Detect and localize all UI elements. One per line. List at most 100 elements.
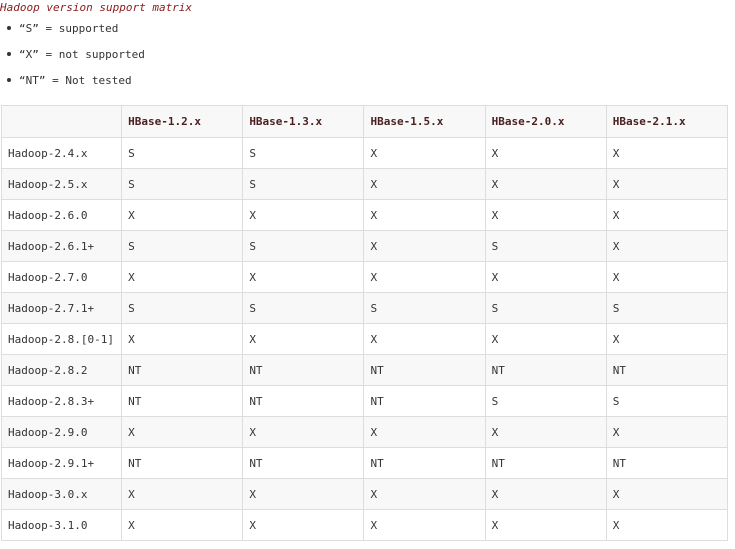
bullet-icon — [7, 52, 11, 56]
support-status-cell: X — [121, 261, 244, 293]
support-status-cell: X — [484, 168, 607, 200]
table-row: Hadoop-2.4.x S S X X X — [0, 137, 729, 169]
support-status-cell: X — [363, 168, 486, 200]
table-row: Hadoop-2.6.1+ S S X S X — [0, 230, 729, 262]
support-status-cell: X — [121, 323, 244, 355]
legend-item-not-supported: “X” = not supported — [7, 47, 145, 63]
table-row: Hadoop-2.8.2 NT NT NT NT NT — [0, 354, 729, 386]
support-status-cell: S — [242, 137, 365, 169]
matrix-title: Hadoop version support matrix — [0, 1, 193, 14]
support-status-cell: X — [121, 199, 244, 231]
column-header: HBase-1.2.x — [121, 105, 244, 138]
support-status-cell: NT — [484, 447, 607, 479]
support-status-cell: X — [484, 261, 607, 293]
support-status-cell: X — [605, 199, 729, 231]
table-row: Hadoop-3.1.0 X X X X X — [0, 509, 729, 541]
table-row: Hadoop-2.5.x S S X X X — [0, 168, 729, 200]
legend-item-not-tested: “NT” = Not tested — [7, 73, 132, 89]
support-matrix-table: HBase-1.2.x HBase-1.3.x HBase-1.5.x HBas… — [0, 105, 729, 541]
support-status-cell: S — [605, 292, 729, 324]
support-status-cell: NT — [121, 385, 244, 417]
support-status-cell: X — [242, 261, 365, 293]
table-row: Hadoop-2.9.1+ NT NT NT NT NT — [0, 447, 729, 479]
support-status-cell: S — [484, 292, 607, 324]
table-header-row: HBase-1.2.x HBase-1.3.x HBase-1.5.x HBas… — [0, 105, 729, 138]
support-status-cell: NT — [242, 354, 365, 386]
support-status-cell: X — [484, 199, 607, 231]
support-status-cell: NT — [242, 385, 365, 417]
support-status-cell: X — [363, 416, 486, 448]
support-status-cell: S — [121, 292, 244, 324]
table-row: Hadoop-2.7.1+ S S S S S — [0, 292, 729, 324]
table-row: Hadoop-3.0.x X X X X X — [0, 478, 729, 510]
hadoop-version-cell: Hadoop-2.9.1+ — [0, 447, 123, 479]
support-status-cell: NT — [363, 385, 486, 417]
support-status-cell: X — [484, 416, 607, 448]
column-header: HBase-1.5.x — [363, 105, 486, 138]
support-status-cell: S — [242, 230, 365, 262]
hadoop-version-cell: Hadoop-2.7.1+ — [0, 292, 123, 324]
support-status-cell: NT — [484, 354, 607, 386]
support-status-cell: X — [484, 137, 607, 169]
support-status-cell: X — [242, 509, 365, 541]
support-status-cell: X — [605, 168, 729, 200]
support-status-cell: X — [242, 323, 365, 355]
support-status-cell: S — [242, 292, 365, 324]
hadoop-version-cell: Hadoop-2.8.[0-1] — [0, 323, 123, 355]
support-status-cell: X — [242, 199, 365, 231]
support-status-cell: X — [363, 137, 486, 169]
support-status-cell: NT — [242, 447, 365, 479]
support-status-cell: NT — [121, 447, 244, 479]
hadoop-version-cell: Hadoop-3.1.0 — [0, 509, 123, 541]
table-row: Hadoop-2.8.3+ NT NT NT S S — [0, 385, 729, 417]
support-status-cell: S — [363, 292, 486, 324]
hadoop-version-cell: Hadoop-2.9.0 — [0, 416, 123, 448]
support-status-cell: X — [605, 137, 729, 169]
support-status-cell: X — [363, 509, 486, 541]
support-status-cell: S — [121, 137, 244, 169]
legend-text: “X” = not supported — [19, 48, 145, 61]
bullet-icon — [7, 26, 11, 30]
bullet-icon — [7, 78, 11, 82]
legend-text: “NT” = Not tested — [19, 74, 132, 87]
support-status-cell: X — [363, 478, 486, 510]
support-status-cell: NT — [605, 447, 729, 479]
support-status-cell: S — [242, 168, 365, 200]
support-status-cell: NT — [363, 354, 486, 386]
support-status-cell: X — [121, 478, 244, 510]
hadoop-version-cell: Hadoop-2.8.3+ — [0, 385, 123, 417]
table-row: Hadoop-2.8.[0-1] X X X X X — [0, 323, 729, 355]
hadoop-version-cell: Hadoop-2.5.x — [0, 168, 123, 200]
table-row: Hadoop-2.6.0 X X X X X — [0, 199, 729, 231]
support-status-cell: X — [363, 199, 486, 231]
support-status-cell: S — [121, 230, 244, 262]
support-status-cell: X — [605, 416, 729, 448]
support-status-cell: X — [363, 261, 486, 293]
column-header — [0, 105, 123, 138]
hadoop-version-cell: Hadoop-2.6.1+ — [0, 230, 123, 262]
support-status-cell: X — [484, 323, 607, 355]
support-status-cell: NT — [363, 447, 486, 479]
hadoop-version-cell: Hadoop-2.4.x — [0, 137, 123, 169]
column-header: HBase-2.0.x — [484, 105, 607, 138]
legend-text: “S” = supported — [19, 22, 119, 35]
support-status-cell: S — [484, 230, 607, 262]
support-status-cell: NT — [121, 354, 244, 386]
support-status-cell: NT — [605, 354, 729, 386]
support-status-cell: S — [121, 168, 244, 200]
legend-item-supported: “S” = supported — [7, 21, 118, 37]
support-status-cell: X — [363, 323, 486, 355]
support-status-cell: X — [242, 478, 365, 510]
support-status-cell: X — [605, 509, 729, 541]
column-header: HBase-2.1.x — [605, 105, 729, 138]
support-status-cell: X — [242, 416, 365, 448]
support-status-cell: S — [605, 385, 729, 417]
hadoop-version-cell: Hadoop-2.6.0 — [0, 199, 123, 231]
hadoop-version-cell: Hadoop-3.0.x — [0, 478, 123, 510]
support-status-cell: X — [121, 416, 244, 448]
support-status-cell: X — [484, 478, 607, 510]
hadoop-version-cell: Hadoop-2.7.0 — [0, 261, 123, 293]
support-status-cell: X — [484, 509, 607, 541]
hadoop-version-cell: Hadoop-2.8.2 — [0, 354, 123, 386]
support-status-cell: X — [121, 509, 244, 541]
